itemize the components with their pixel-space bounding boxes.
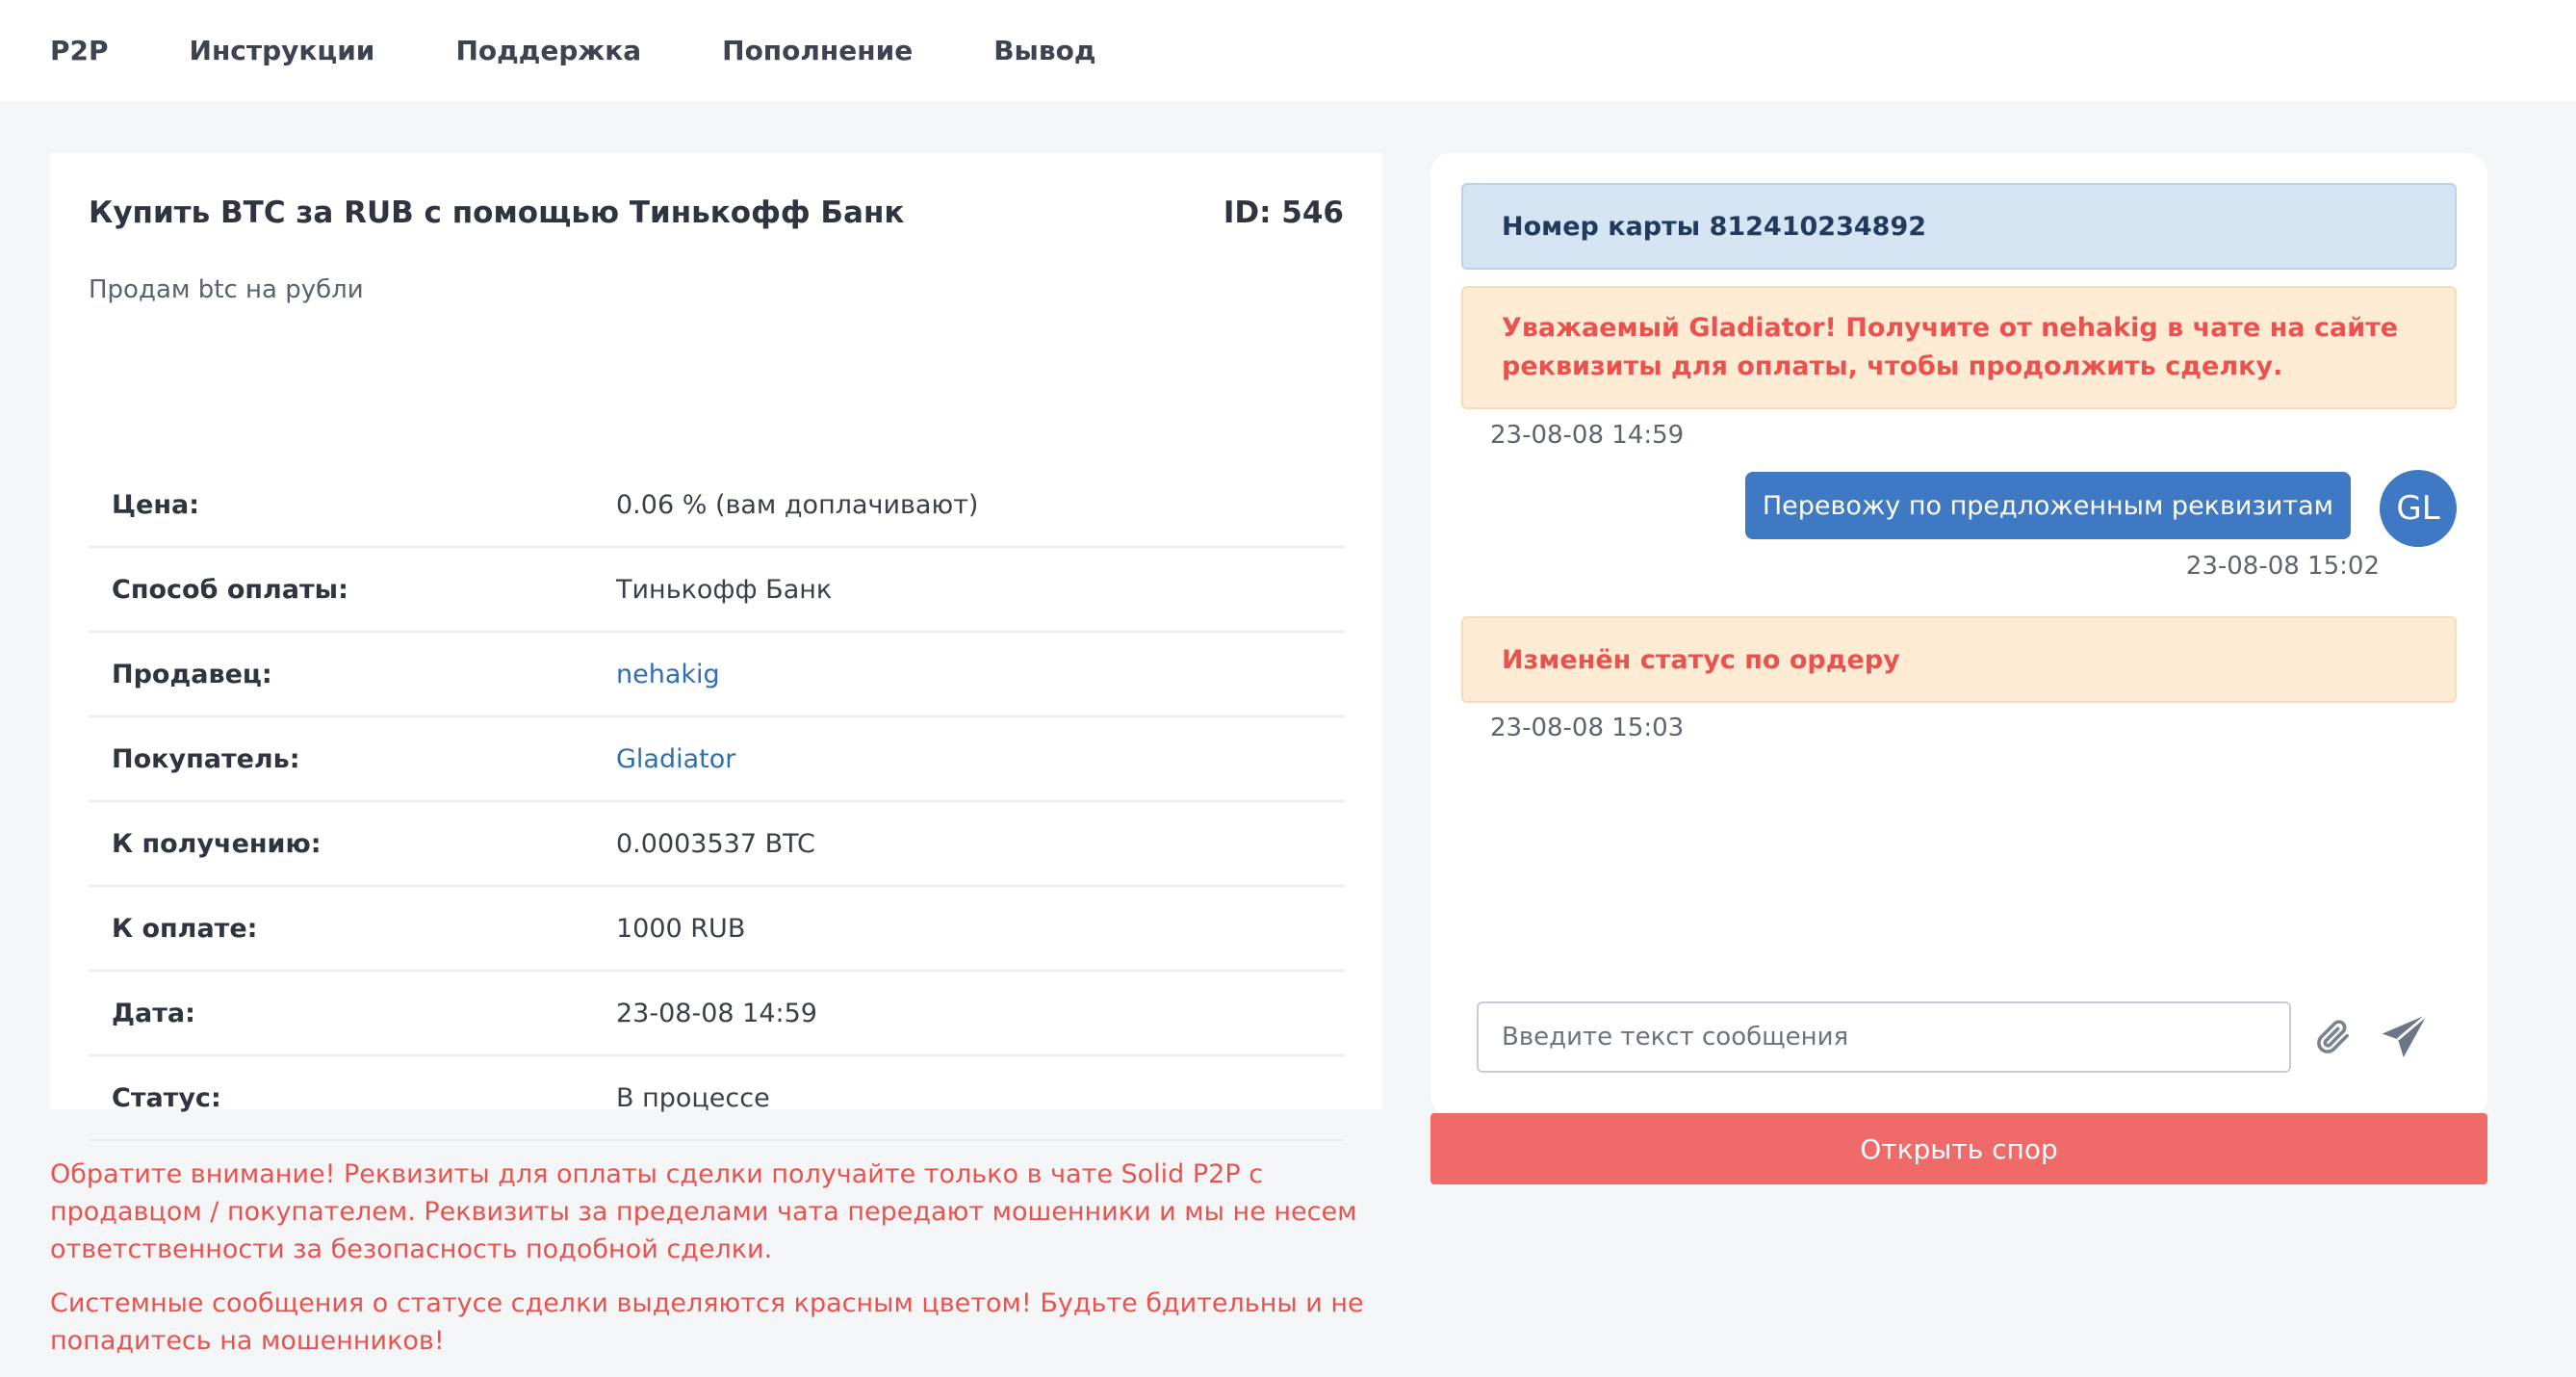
message-timestamp: 23-08-08 14:59 [1490, 421, 1685, 450]
info-value: 1000 RUB [616, 913, 746, 944]
info-label: Дата: [112, 998, 195, 1028]
info-value: 0.0003537 BTC [616, 828, 815, 859]
status-value: В процессе [616, 1082, 770, 1113]
seller-link[interactable]: nehakig [616, 660, 720, 689]
info-row-buyer: Покупатель: Gladiator [89, 717, 1346, 802]
chat-panel: Номер карты 812410234892 Уважаемый Gladi… [1430, 153, 2487, 1116]
info-label: Продавец: [112, 659, 272, 689]
info-label: Цена: [112, 489, 200, 520]
info-label: Статус: [112, 1082, 221, 1113]
order-details-card: Купить BTC за RUB с помощью Тинькофф Бан… [50, 153, 1382, 1141]
system-message-status-changed: Изменён статус по ордеру [1461, 616, 2457, 703]
system-message: Уважаемый Gladiator! Получите от nehakig… [1461, 286, 2457, 409]
nav-item-support[interactable]: Поддержка [455, 35, 641, 66]
paperclip-icon[interactable] [2316, 1020, 2351, 1054]
info-label: Покупатель: [112, 743, 300, 774]
info-label: К оплате: [112, 913, 258, 944]
warning-text-system-messages: Системные сообщения о статусе сделки выд… [50, 1288, 1364, 1356]
user-message-bubble: Перевожу по предложенным реквизитам [1744, 472, 2351, 539]
info-value: Тинькофф Банк [616, 574, 833, 605]
order-info-table: Цена: 0.06 % (вам доплачивают) Способ оп… [89, 463, 1346, 1141]
avatar: GL [2380, 470, 2457, 547]
info-row-price: Цена: 0.06 % (вам доплачивают) [89, 463, 1346, 548]
info-row-receive-amount: К получению: 0.0003537 BTC [89, 802, 1346, 887]
buyer-link[interactable]: Gladiator [616, 744, 735, 774]
nav-item-instructions[interactable]: Инструкции [190, 35, 375, 66]
card-number-notice: Номер карты 812410234892 [1461, 183, 2457, 270]
message-input[interactable] [1477, 1001, 2291, 1073]
order-description: Продам btc на рубли [89, 275, 364, 304]
info-label: Способ оплаты: [112, 574, 348, 605]
nav-item-deposit[interactable]: Пополнение [722, 35, 913, 66]
order-id: ID: 546 [1223, 195, 1344, 230]
order-title: Купить BTC за RUB с помощью Тинькофф Бан… [89, 195, 905, 230]
nav-item-p2p[interactable]: P2P [50, 35, 109, 66]
info-row-seller: Продавец: nehakig [89, 633, 1346, 717]
info-value: 0.06 % (вам доплачивают) [616, 489, 979, 520]
warning-text-requisites: Обратите внимание! Реквизиты для оплаты … [50, 1159, 1357, 1264]
info-row-status: Статус: В процессе [89, 1056, 1346, 1141]
paper-plane-icon[interactable] [2378, 1010, 2432, 1064]
top-navigation: P2P Инструкции Поддержка Пополнение Выво… [0, 0, 2576, 101]
info-row-pay-amount: К оплате: 1000 RUB [89, 887, 1346, 972]
info-label: К получению: [112, 828, 322, 859]
info-row-payment-method: Способ оплаты: Тинькофф Банк [89, 548, 1346, 633]
info-value: 23-08-08 14:59 [616, 998, 817, 1028]
nav-item-withdraw[interactable]: Вывод [993, 35, 1095, 66]
message-timestamp: 23-08-08 15:02 [2185, 552, 2380, 581]
open-dispute-button[interactable]: Открыть спор [1430, 1113, 2487, 1184]
info-row-date: Дата: 23-08-08 14:59 [89, 972, 1346, 1056]
message-timestamp: 23-08-08 15:03 [1490, 714, 1685, 742]
